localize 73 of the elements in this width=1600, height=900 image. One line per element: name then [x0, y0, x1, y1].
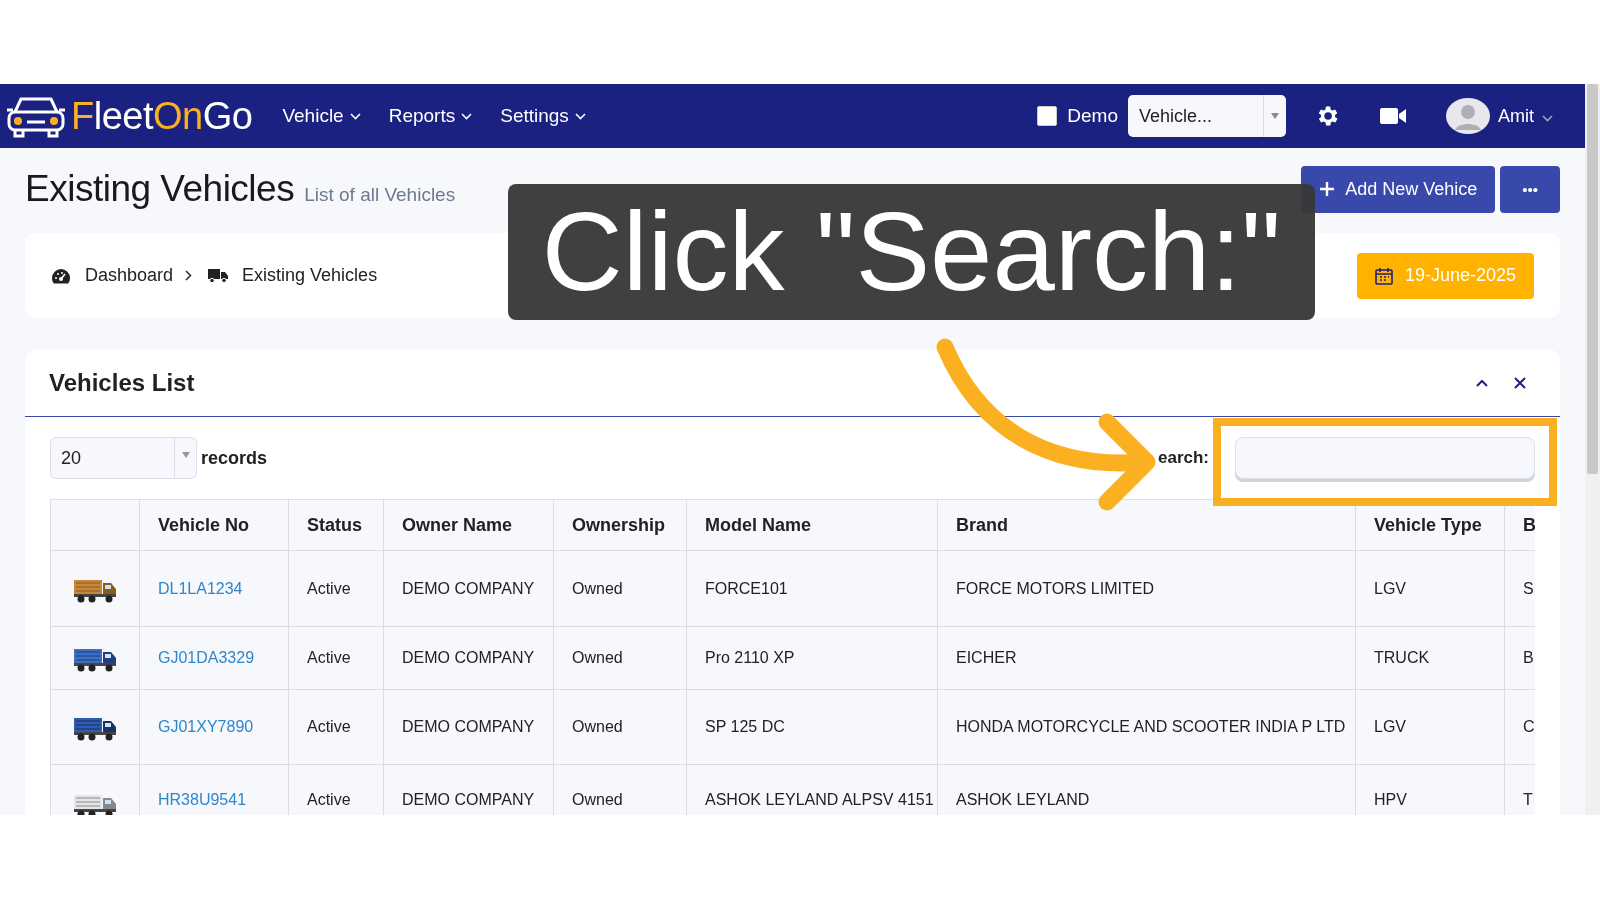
user-name[interactable]: Amit [1498, 105, 1534, 127]
vehicle-link[interactable]: HR38U9541 [158, 791, 247, 808]
breadcrumb-link[interactable]: Existing Vehicles [242, 265, 378, 286]
vehicle-link[interactable]: DL1LA1234 [158, 579, 243, 597]
chevron-down-icon [349, 112, 361, 120]
column-header[interactable]: Owner Name [383, 499, 554, 551]
table-cell: LGV [1355, 550, 1505, 627]
search-label: earch: [1157, 448, 1209, 468]
vehicle-link[interactable]: GJ01DA3329 [158, 649, 255, 666]
table-cell: DEMO COMPANY [383, 626, 554, 690]
table-cell: S [1504, 550, 1535, 627]
column-header[interactable]: Brand [937, 499, 1356, 551]
dropdown-arrow-icon [1271, 113, 1279, 119]
table-cell: Owned [553, 764, 687, 815]
tutorial-callout: Click "Search:" [508, 184, 1315, 320]
table-cell: Owned [553, 689, 687, 765]
table-cell: DEMO COMPANY [383, 764, 554, 815]
chevron-down-icon [461, 112, 473, 120]
table-cell: SP 125 DC [686, 689, 938, 765]
collapse-icon[interactable] [1476, 378, 1488, 387]
table-cell: Active [288, 626, 384, 690]
dropdown-arrow-icon [181, 452, 190, 458]
brand-logo-text: FleetOnGo [71, 94, 253, 138]
table-cell: Active [288, 550, 384, 627]
column-header[interactable]: Model Name [686, 499, 938, 551]
table-cell: HONDA MOTORCYCLE AND SCOOTER INDIA P LTD [937, 689, 1356, 765]
more-button[interactable]: ••• [1500, 165, 1560, 213]
table-cell: EICHER [937, 626, 1356, 690]
table-cell: ASHOK LEYLAND [937, 764, 1356, 815]
panel-title: Vehicles List [49, 368, 196, 397]
column-header[interactable]: Status [288, 499, 384, 551]
table-cell: LGV [1355, 689, 1505, 765]
search-field[interactable] [1235, 437, 1535, 479]
nav-menu[interactable]: Reports [388, 105, 473, 127]
demo-checkbox[interactable] [1037, 106, 1058, 126]
table-cell: Owned [553, 550, 687, 627]
table-cell: FORCE101 [686, 550, 938, 627]
chevron-down-icon [574, 112, 586, 120]
nav-menu[interactable]: Settings [500, 105, 586, 127]
breadcrumb-link[interactable]: Dashboard [85, 265, 174, 286]
column-header[interactable]: Vehicle No [139, 499, 289, 551]
scroll-track[interactable] [1585, 84, 1600, 815]
table-cell: Owned [553, 626, 687, 690]
scroll-thumb[interactable] [1587, 84, 1598, 474]
table-cell: C [1504, 689, 1535, 765]
avatar-icon[interactable] [1446, 98, 1490, 134]
page-title: Existing Vehicles [25, 168, 295, 210]
table-cell: Pro 2110 XP [686, 626, 938, 690]
calendar-icon [1374, 266, 1393, 285]
truck-icon [208, 268, 229, 283]
table-cell: DEMO COMPANY [383, 550, 554, 627]
table-cell: HPV [1355, 764, 1505, 815]
table-cell: Active [288, 689, 384, 765]
page-size-select[interactable]: 20 [50, 437, 197, 479]
table-cell: DEMO COMPANY [383, 689, 554, 765]
nav-menu[interactable]: Vehicle [282, 105, 361, 127]
table-cell: FORCE MOTORS LIMITED [937, 550, 1356, 627]
page-subtitle: List of all Vehicles [304, 184, 456, 206]
table-cell: Active [288, 764, 384, 815]
add-vehicle-button[interactable]: Add New Vehice [1301, 165, 1496, 213]
vehicle-link[interactable]: GJ01XY7890 [158, 718, 254, 735]
video-camera-icon[interactable] [1380, 107, 1406, 125]
gauge-icon [51, 267, 71, 284]
records-label: records [201, 447, 268, 469]
table-cell: ASHOK LEYLAND ALPSV 4151 [686, 764, 938, 815]
chevron-down-icon [1542, 114, 1553, 122]
close-icon[interactable] [1514, 376, 1526, 389]
plus-icon [1319, 181, 1336, 197]
table-cell: TRUCK [1355, 626, 1505, 690]
table-cell: B [1504, 626, 1535, 690]
demo-label: Demo [1067, 105, 1118, 127]
vehicle-select[interactable]: Vehicle... [1128, 95, 1286, 137]
column-header[interactable]: Ownership [553, 499, 687, 551]
